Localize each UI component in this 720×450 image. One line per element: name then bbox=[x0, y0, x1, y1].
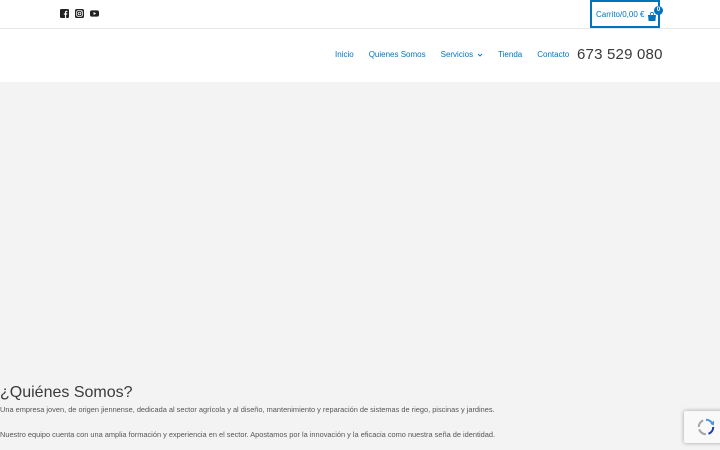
nav-item-tienda[interactable]: Tienda bbox=[498, 50, 522, 59]
nav-item-servicios[interactable]: Servicios bbox=[441, 50, 483, 59]
about-paragraph-2: Nuestro equipo cuenta con una amplia for… bbox=[0, 430, 496, 439]
nav-item-inicio[interactable]: Inicio bbox=[335, 50, 354, 59]
chevron-down-icon bbox=[477, 53, 483, 57]
youtube-icon[interactable] bbox=[90, 9, 99, 18]
instagram-icon[interactable] bbox=[75, 9, 84, 18]
about-title: ¿Quiénes Somos? bbox=[0, 384, 133, 401]
cart-label: Carrito/0,00 € bbox=[596, 9, 645, 19]
social-links bbox=[60, 9, 99, 18]
top-bar: Carrito/0,00 € 0 bbox=[0, 0, 720, 29]
phone-number[interactable]: 673 529 080 bbox=[577, 46, 663, 63]
main-navigation: Inicio Quienes Somos Servicios Tienda Co… bbox=[335, 50, 584, 59]
hero-banner bbox=[0, 82, 720, 382]
nav-item-quienes-somos[interactable]: Quienes Somos bbox=[369, 50, 426, 59]
nav-item-contacto[interactable]: Contacto bbox=[537, 50, 569, 59]
recaptcha-icon bbox=[697, 418, 715, 436]
facebook-icon[interactable] bbox=[60, 9, 69, 18]
site-header: Inicio Quienes Somos Servicios Tienda Co… bbox=[0, 29, 720, 82]
recaptcha-badge[interactable] bbox=[684, 411, 720, 443]
nav-item-servicios-label: Servicios bbox=[440, 50, 474, 59]
about-paragraph-1: Una empresa joven, de origen jiennense, … bbox=[0, 405, 495, 414]
cart-button[interactable]: Carrito/0,00 € 0 bbox=[590, 0, 663, 28]
cart-count-badge: 0 bbox=[654, 6, 663, 15]
